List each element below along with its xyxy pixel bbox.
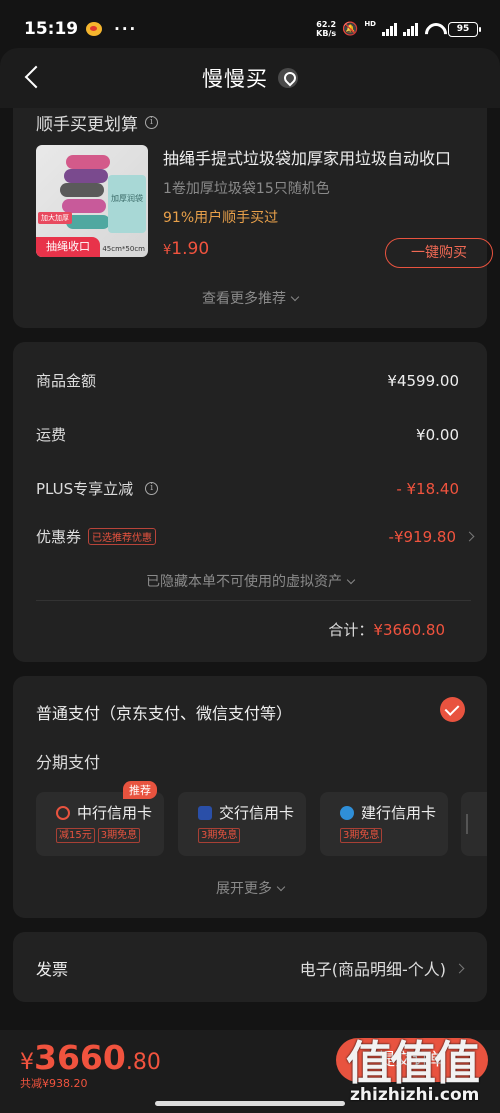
recommend-tag: 推荐 (123, 781, 157, 799)
more-notifications-icon: ··· (114, 20, 138, 38)
expand-more-link[interactable]: 展开更多 (13, 878, 487, 898)
page-title: 慢慢买 (202, 67, 268, 91)
invoice-label: 发票 (36, 960, 69, 979)
one-click-buy-button[interactable]: 一键购买 (385, 238, 493, 268)
bank-card-boc[interactable]: 中行信用卡 减15元 3期免息 (36, 792, 164, 856)
info-icon[interactable]: i (145, 116, 158, 129)
recommend-section-title: 顺手买更划算 i (36, 110, 158, 135)
info-icon[interactable]: i (145, 482, 159, 495)
ccb-logo-icon (340, 805, 354, 820)
home-indicator[interactable] (155, 1101, 345, 1106)
signal-icon-2 (403, 22, 418, 36)
network-speed: 62.2 KB/s (316, 20, 337, 38)
normal-payment-option[interactable]: 普通支付（京东支付、微信支付等） (36, 700, 292, 724)
product-spec: 1卷加厚垃圾袋15只随机色 (163, 181, 330, 197)
summary-row-plus: PLUS专享立减 i - ¥18.40 (36, 479, 459, 499)
chevron-down-icon (276, 882, 286, 892)
boc-logo-icon (56, 805, 70, 820)
summary-row-coupon[interactable]: 优惠券 已选推荐优惠 -¥919.80 (36, 526, 475, 547)
top-nav: 慢慢买 (0, 48, 500, 108)
recommend-card: 顺手买更划算 i 加厚润袋 加大加厚 抽绳收口 45cm*50cm 抽绳手提式垃… (13, 108, 493, 328)
chevron-down-icon (346, 575, 356, 585)
bottom-total-price: ¥3660.80 (20, 1038, 161, 1077)
hidden-assets-toggle[interactable]: 已隐藏本单不可使用的虚拟资产 (13, 571, 487, 591)
wifi-icon (424, 22, 442, 36)
location-pin-icon[interactable] (278, 68, 298, 88)
bank-card-more[interactable] (461, 792, 487, 856)
chevron-down-icon (290, 292, 300, 302)
hd-icon: HD (364, 20, 376, 28)
chevron-right-icon (464, 531, 475, 542)
invoice-card[interactable]: 发票 电子(商品明细-个人) (13, 932, 487, 1002)
signal-icon-1 (382, 22, 397, 36)
bocom-logo-icon (198, 805, 212, 820)
more-recommendations-link[interactable]: 查看更多推荐 (13, 288, 487, 308)
product-stat: 91%用户顺手买过 (163, 210, 279, 226)
summary-row-goods: 商品金额 ¥4599.00 (36, 371, 459, 391)
order-summary-card: 商品金额 ¥4599.00 运费 ¥0.00 PLUS专享立减 i - ¥18.… (13, 342, 487, 662)
chevron-right-icon (454, 963, 465, 973)
bag-graphic (108, 175, 146, 233)
product-image[interactable]: 加厚润袋 加大加厚 抽绳收口 45cm*50cm (36, 145, 148, 257)
summary-row-shipping: 运费 ¥0.00 (36, 425, 459, 445)
invoice-value: 电子(商品明细-个人) (300, 956, 465, 980)
product-title[interactable]: 抽绳手提式垃圾袋加厚家用垃圾自动收口 (163, 145, 473, 169)
mute-alarm-icon: 🔕 (342, 21, 359, 37)
payment-card: 普通支付（京东支付、微信支付等） 分期支付 推荐 中行信用卡 减15元 3期免息 … (13, 676, 487, 918)
coupon-tag: 已选推荐优惠 (88, 528, 157, 545)
bank-card-ccb[interactable]: 建行信用卡 3期免息 (320, 792, 448, 856)
bank-card-bocom[interactable]: 交行信用卡 3期免息 (178, 792, 306, 856)
divider (36, 600, 471, 601)
weibo-icon (86, 22, 103, 36)
installment-label: 分期支付 (36, 753, 101, 772)
check-icon[interactable] (440, 697, 465, 722)
battery-icon: 95 (448, 21, 481, 37)
product-badge: 抽绳收口 (36, 237, 100, 257)
status-time: 15:19 (24, 19, 79, 39)
total-saved: 共减¥938.20 (20, 1077, 88, 1090)
watermark-logo: 值值值 zhizhizhi.com (346, 1036, 480, 1105)
order-total: 合计：¥3660.80 (328, 621, 445, 639)
back-arrow-icon[interactable] (22, 66, 44, 90)
product-price: ¥1.90 (163, 239, 210, 259)
